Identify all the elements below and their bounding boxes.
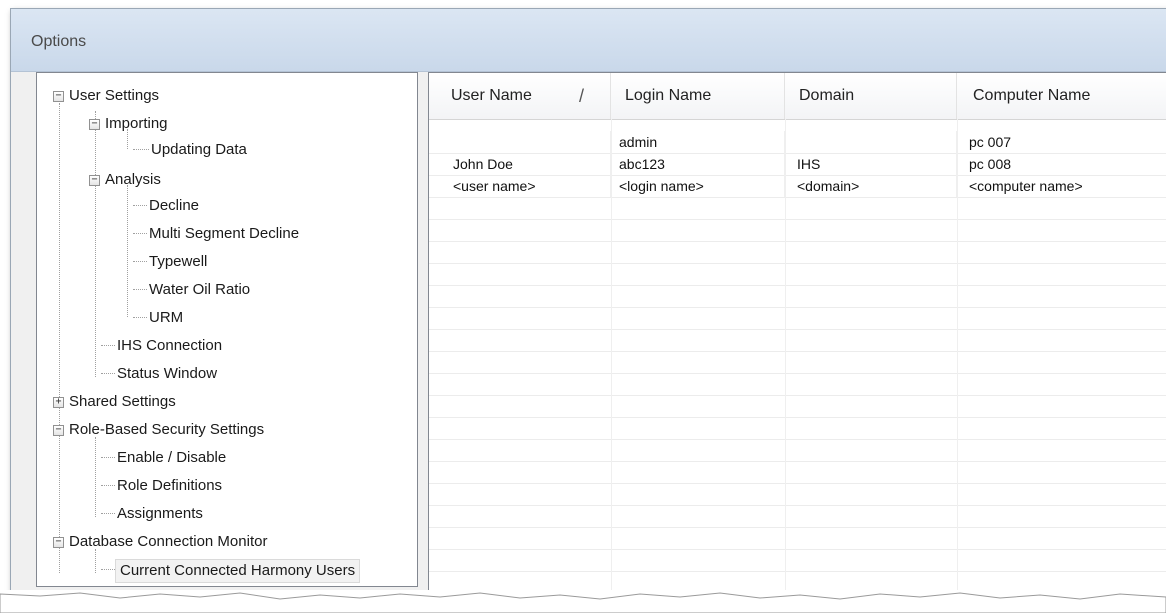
tree-connector: [133, 289, 147, 290]
tree-node-urm[interactable]: URM: [149, 307, 183, 329]
cell-computer-name: <computer name>: [957, 175, 1166, 197]
title-bar: Options: [11, 9, 1166, 72]
tree-connector: [133, 233, 147, 234]
tree-node-enable-disable[interactable]: Enable / Disable: [117, 447, 226, 469]
empty-row: [429, 307, 1166, 330]
tree-node-db-connection-monitor[interactable]: Database Connection Monitor: [69, 531, 267, 553]
empty-row: [429, 417, 1166, 440]
cell-login-name: abc123: [611, 153, 785, 175]
cell-user-name: <user name>: [429, 175, 611, 197]
connected-users-grid: User Name / Login Name Domain Computer N…: [428, 72, 1166, 602]
expand-icon[interactable]: +: [53, 397, 64, 408]
cell-computer-name: pc 008: [957, 153, 1166, 175]
cell-login-name: <login name>: [611, 175, 785, 197]
column-header-computer-name[interactable]: Computer Name: [957, 73, 1166, 119]
torn-edge-decoration: [0, 590, 1166, 613]
empty-row: [429, 351, 1166, 374]
tree-connector: [101, 485, 115, 486]
empty-row: [429, 505, 1166, 528]
empty-row: [429, 549, 1166, 572]
tree-node-multi-segment-decline[interactable]: Multi Segment Decline: [149, 223, 299, 245]
tree-connector: [95, 111, 96, 377]
column-header-label: User Name: [451, 87, 532, 104]
tree-node-updating-data[interactable]: Updating Data: [151, 139, 247, 161]
cell-computer-name: pc 007: [957, 131, 1166, 153]
cell-domain: [785, 131, 957, 153]
empty-row: [429, 483, 1166, 506]
tree-node-shared-settings[interactable]: Shared Settings: [69, 391, 176, 413]
tree-node-water-oil-ratio[interactable]: Water Oil Ratio: [149, 279, 250, 301]
tree-node-user-settings[interactable]: User Settings: [69, 85, 159, 107]
tree-connector: [133, 261, 147, 262]
tree-node-role-definitions[interactable]: Role Definitions: [117, 475, 222, 497]
tree-connector: [133, 149, 149, 150]
tree-node-status-window[interactable]: Status Window: [117, 363, 217, 385]
table-row[interactable]: John Doe abc123 IHS pc 008: [429, 153, 1166, 176]
column-divider: [611, 119, 612, 601]
tree-node-current-connected-users[interactable]: Current Connected Harmony Users: [115, 559, 361, 583]
cell-user-name: [429, 131, 611, 153]
collapse-icon[interactable]: −: [53, 91, 64, 102]
column-header-domain[interactable]: Domain: [785, 73, 957, 119]
cell-domain: IHS: [785, 153, 957, 175]
cell-user-name: John Doe: [429, 153, 611, 175]
empty-row: [429, 527, 1166, 550]
empty-row: [429, 461, 1166, 484]
empty-row: [429, 373, 1166, 396]
empty-row: [429, 219, 1166, 242]
empty-row: [429, 241, 1166, 264]
collapse-icon[interactable]: −: [53, 425, 64, 436]
tree-node-assignments[interactable]: Assignments: [117, 503, 203, 525]
column-header-login-name[interactable]: Login Name: [611, 73, 785, 119]
tree-connector: [101, 373, 115, 374]
table-row[interactable]: admin pc 007: [429, 131, 1166, 154]
cell-domain: <domain>: [785, 175, 957, 197]
empty-row: [429, 285, 1166, 308]
tree-connector: [95, 437, 96, 517]
empty-row: [429, 263, 1166, 286]
settings-tree[interactable]: − User Settings − Importing Updating Dat…: [36, 72, 418, 587]
sort-indicator-icon: /: [579, 86, 585, 106]
empty-row: [429, 395, 1166, 418]
tree-node-analysis[interactable]: Analysis: [105, 169, 161, 191]
tree-node-decline[interactable]: Decline: [149, 195, 199, 217]
tree-connector: [101, 345, 115, 346]
grid-header: User Name / Login Name Domain Computer N…: [429, 73, 1166, 120]
tree-node-typewell[interactable]: Typewell: [149, 251, 207, 273]
tree-connector: [101, 513, 115, 514]
table-row[interactable]: <user name> <login name> <domain> <compu…: [429, 175, 1166, 198]
tree-connector: [127, 185, 128, 317]
window-title: Options: [31, 33, 87, 50]
cell-login-name: admin: [611, 131, 785, 153]
empty-row: [429, 439, 1166, 462]
tree-node-importing[interactable]: Importing: [105, 113, 168, 135]
tree-connector: [101, 569, 115, 570]
collapse-icon[interactable]: −: [53, 537, 64, 548]
tree-node-ihs-connection[interactable]: IHS Connection: [117, 335, 222, 357]
tree-connector: [59, 103, 60, 573]
tree-connector: [133, 317, 147, 318]
tree-connector: [133, 205, 147, 206]
column-divider: [785, 119, 786, 601]
empty-row: [429, 329, 1166, 352]
column-header-user-name[interactable]: User Name /: [429, 73, 611, 119]
tree-connector: [101, 457, 115, 458]
column-divider: [957, 119, 958, 601]
empty-row: [429, 197, 1166, 220]
collapse-icon[interactable]: −: [89, 119, 100, 130]
tree-node-role-based-security[interactable]: Role-Based Security Settings: [69, 419, 264, 441]
collapse-icon[interactable]: −: [89, 175, 100, 186]
